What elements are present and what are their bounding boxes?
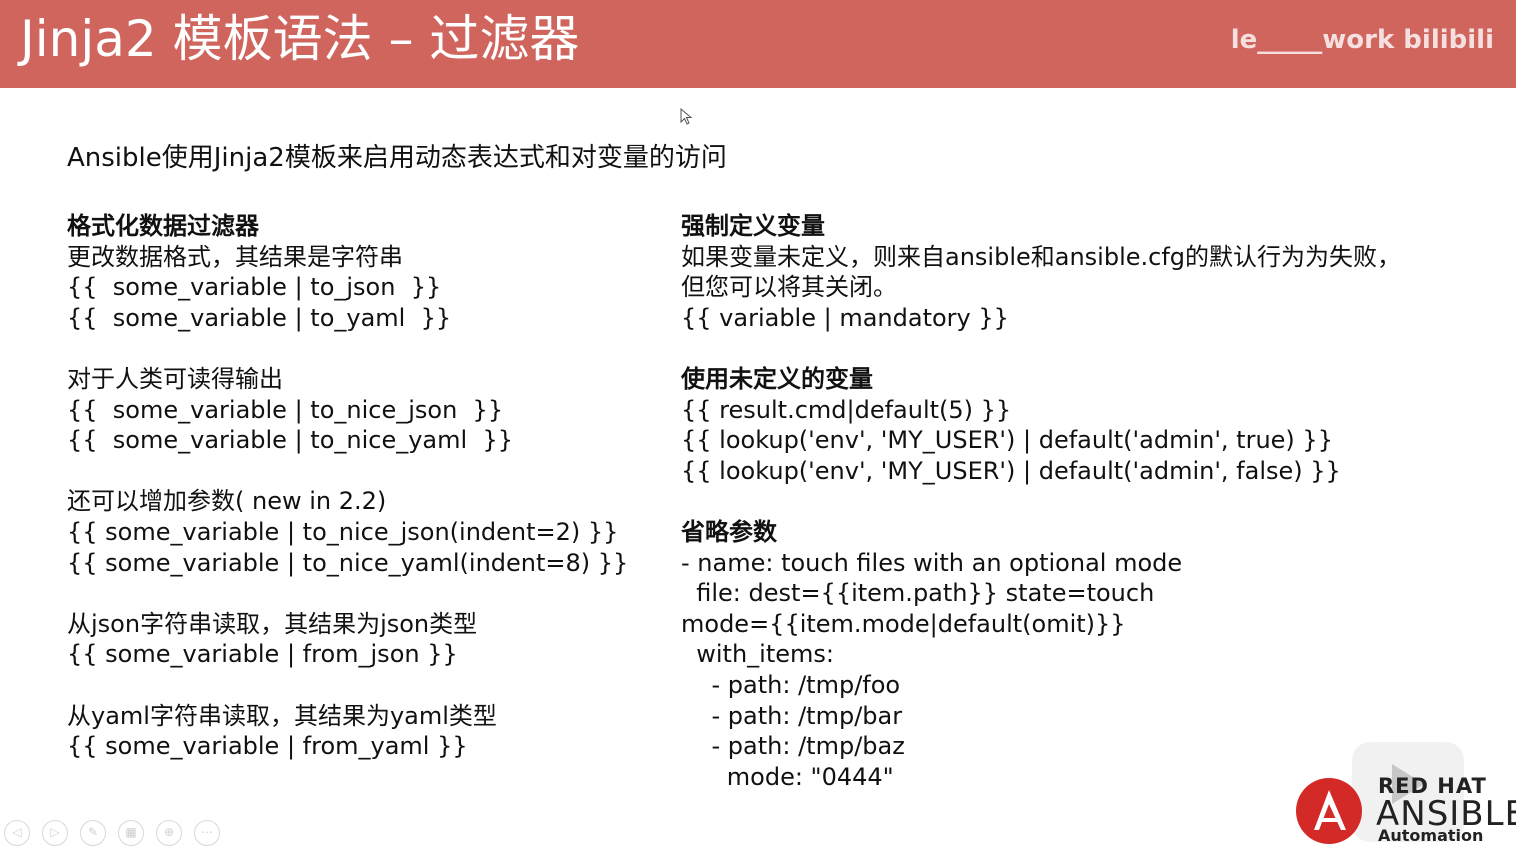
right-heading: 省略参数 xyxy=(681,517,777,546)
left-line: 从json字符串读取，其结果为json类型 xyxy=(67,609,478,638)
right-line: - path: /tmp/foo xyxy=(681,670,901,699)
right-line: 但您可以将其关闭。 xyxy=(681,273,897,302)
slides-icon[interactable]: ▦ xyxy=(118,820,144,846)
left-line: {{ some_variable | to_nice_json }} xyxy=(67,395,504,424)
zoom-icon[interactable]: ⊕ xyxy=(156,820,182,846)
left-spacer xyxy=(67,456,647,487)
right-line: file: dest={{item.path}} state=touch xyxy=(681,579,1155,608)
right-heading: 强制定义变量 xyxy=(681,212,825,240)
left-line: {{ some_variable | from_yaml }} xyxy=(67,732,468,761)
left-line: 从yaml字符串读取，其结果为yaml类型 xyxy=(67,701,497,730)
ansible-logo-mark xyxy=(1296,778,1362,844)
intro-text: Ansible使用Jinja2模板来启用动态表达式和对变量的访问 xyxy=(67,143,727,173)
right-line: - name: touch files with an optional mod… xyxy=(681,548,1183,577)
right-line: {{ lookup('env', 'MY_USER') | default('a… xyxy=(681,456,1341,485)
left-line: {{ some_variable | from_json }} xyxy=(67,640,458,669)
right-column: 强制定义变量 如果变量未定义，则来自ansible和ansible.cfg的默认行… xyxy=(681,211,1481,792)
ansible-a-icon xyxy=(1314,790,1346,830)
left-spacer xyxy=(67,578,647,609)
right-line: {{ result.cmd|default(5) }} xyxy=(681,395,1012,424)
redhat-ansible-logo: RED HAT ANSIBLE Automation xyxy=(1296,770,1516,850)
left-line: {{ some_variable | to_nice_yaml }} xyxy=(67,426,513,455)
watermark: le_____work bilibili xyxy=(1230,25,1494,55)
right-heading: 使用未定义的变量 xyxy=(681,364,873,393)
left-heading: 格式化数据过滤器 xyxy=(67,212,259,240)
pen-icon[interactable]: ✎ xyxy=(80,820,106,846)
left-column: 格式化数据过滤器 更改数据格式，其结果是字符串{{ some_variable |… xyxy=(67,211,647,762)
left-spacer xyxy=(67,670,647,701)
right-line: {{ variable | mandatory }} xyxy=(681,303,1009,332)
left-line: {{ some_variable | to_nice_json(indent=2… xyxy=(67,517,619,546)
mouse-cursor-icon xyxy=(680,108,693,125)
logo-automation-text: Automation xyxy=(1378,826,1484,845)
right-spacer xyxy=(681,486,1481,517)
left-line: {{ some_variable | to_json }} xyxy=(67,273,442,302)
slide-title: Jinja2 模板语法 – 过滤器 xyxy=(20,10,580,68)
left-spacer xyxy=(67,333,647,364)
next-icon[interactable]: ▷ xyxy=(42,820,68,846)
title-bar: Jinja2 模板语法 – 过滤器 le_____work bilibili xyxy=(0,0,1516,88)
previous-icon[interactable]: ◁ xyxy=(4,820,30,846)
right-line: 如果变量未定义，则来自ansible和ansible.cfg的默认行为为失败， xyxy=(681,242,1402,271)
right-line: {{ lookup('env', 'MY_USER') | default('a… xyxy=(681,426,1333,455)
right-line: - path: /tmp/bar xyxy=(681,701,903,730)
right-spacer xyxy=(681,333,1481,364)
right-line: mode={{item.mode|default(omit)}} xyxy=(681,609,1126,638)
left-line: 对于人类可读得输出 xyxy=(67,364,283,393)
more-icon[interactable]: ⋯ xyxy=(194,820,220,846)
slide-nav-controls: ◁ ▷ ✎ ▦ ⊕ ⋯ xyxy=(0,818,230,848)
left-line: 更改数据格式，其结果是字符串 xyxy=(67,242,403,271)
left-line: {{ some_variable | to_yaml }} xyxy=(67,303,452,332)
right-line: with_items: xyxy=(681,640,834,669)
left-line: 还可以增加参数( new in 2.2) xyxy=(67,487,387,516)
left-line: {{ some_variable | to_nice_yaml(indent=8… xyxy=(67,548,629,577)
